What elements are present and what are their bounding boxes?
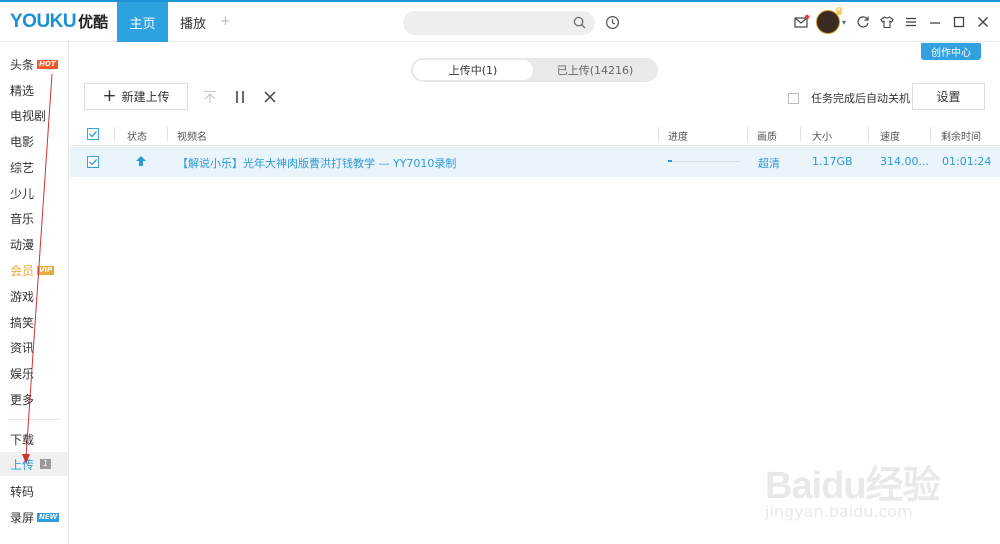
- sidebar-item-kids[interactable]: 少儿: [10, 185, 34, 201]
- column-divider: [747, 127, 748, 141]
- plus-icon: +: [102, 86, 117, 106]
- mail-icon[interactable]: [794, 14, 810, 29]
- column-divider: [658, 127, 659, 141]
- crown-icon: ♛: [834, 5, 844, 18]
- baidu-jingyan-watermark: Baidu经验 jingyan.baidu.com: [765, 442, 965, 527]
- watermark-main: Baidu经验: [765, 465, 941, 507]
- sidebar-item-vip[interactable]: 会员 VIP: [10, 262, 55, 278]
- check-icon: [89, 131, 98, 138]
- sidebar-item-download[interactable]: 下载: [10, 431, 34, 447]
- top-bar: YOUKU 优酷 主页 播放 + ♛ ▾: [0, 2, 1000, 42]
- refresh-icon[interactable]: [856, 15, 870, 29]
- sidebar-item-games[interactable]: 游戏: [10, 288, 34, 304]
- column-header-quality[interactable]: 画质: [757, 128, 777, 143]
- hot-badge: HOT: [37, 59, 58, 69]
- move-top-icon[interactable]: [202, 89, 218, 105]
- column-header-name[interactable]: 视频名: [177, 128, 207, 143]
- check-icon: [89, 159, 98, 166]
- column-divider: [114, 127, 115, 141]
- column-divider: [800, 127, 801, 141]
- select-all-checkbox[interactable]: [87, 128, 99, 140]
- column-divider: [167, 127, 168, 141]
- sidebar-item-label: 会员: [10, 263, 35, 278]
- auto-shutdown-checkbox[interactable]: [788, 92, 799, 104]
- chevron-down-icon[interactable]: ▾: [842, 18, 846, 27]
- sidebar-item-funny[interactable]: 搞笑: [10, 314, 34, 330]
- column-divider: [868, 127, 869, 141]
- search-icon[interactable]: [573, 16, 586, 29]
- settings-button[interactable]: 设置: [912, 83, 985, 110]
- sidebar-item-news[interactable]: 资讯: [10, 339, 34, 355]
- youku-logo[interactable]: YOUKU 优酷: [10, 11, 108, 33]
- upload-status-switch: 上传中(1) 已上传(14216): [411, 58, 658, 82]
- delete-icon[interactable]: [262, 89, 278, 105]
- column-header-size[interactable]: 大小: [812, 128, 832, 143]
- sidebar-item-upload[interactable]: 上传 1: [10, 456, 52, 472]
- close-icon[interactable]: [976, 15, 990, 29]
- sidebar-item-anime[interactable]: 动漫: [10, 236, 34, 252]
- sidebar: 头条 HOT 精选 电视剧 电影 综艺 少儿 音乐 动漫 会员 VIP 游戏 搞…: [0, 42, 69, 544]
- progress-bar: [668, 160, 740, 162]
- sidebar-item-variety[interactable]: 综艺: [10, 159, 34, 175]
- logo-latin: YOUKU: [10, 11, 77, 32]
- history-icon[interactable]: [605, 15, 620, 30]
- video-size: 1.17GB: [812, 155, 853, 168]
- sidebar-divider: [8, 419, 60, 420]
- new-upload-label: 新建上传: [121, 90, 170, 104]
- tab-uploaded[interactable]: 已上传(14216): [535, 60, 655, 80]
- window-controls: ♛ ▾: [784, 5, 990, 34]
- sidebar-item-transcode[interactable]: 转码: [10, 483, 34, 499]
- tab-uploading[interactable]: 上传中(1): [413, 60, 533, 80]
- column-header-status[interactable]: 状态: [127, 128, 147, 143]
- sidebar-item-label: 上传: [10, 457, 35, 472]
- auto-shutdown-option[interactable]: 任务完成后自动关机: [788, 90, 910, 106]
- sidebar-item-more[interactable]: 更多: [10, 391, 34, 407]
- column-divider: [930, 127, 931, 141]
- new-badge: NEW: [37, 512, 60, 522]
- upload-arrow-icon: [136, 156, 146, 166]
- upload-speed: 314.00...: [880, 155, 929, 168]
- vip-badge: VIP: [37, 265, 55, 275]
- search-input[interactable]: [403, 11, 595, 35]
- sidebar-item-headlines[interactable]: 头条 HOT: [10, 56, 58, 72]
- logo-cn: 优酷: [78, 13, 109, 31]
- sidebar-item-featured[interactable]: 精选: [10, 82, 34, 98]
- upload-table-header: 状态 视频名 进度 画质 大小 速度 剩余时间: [70, 123, 1000, 146]
- menu-icon[interactable]: [904, 15, 918, 29]
- video-name[interactable]: 【解说小乐】光年大神肉版曹洪打钱教学 — YY7010录制: [177, 155, 456, 171]
- watermark-sub: jingyan.baidu.com: [765, 502, 913, 521]
- column-header-progress[interactable]: 进度: [668, 128, 688, 143]
- sidebar-item-entertainment[interactable]: 娱乐: [10, 365, 34, 381]
- minimize-icon[interactable]: [928, 15, 942, 29]
- column-header-remaining[interactable]: 剩余时间: [941, 128, 981, 143]
- creator-center-button[interactable]: 创作中心: [921, 43, 981, 60]
- upload-count-badge: 1: [40, 459, 52, 469]
- tab-home[interactable]: 主页: [117, 2, 168, 42]
- sidebar-item-label: 头条: [10, 57, 35, 72]
- avatar[interactable]: ♛: [815, 5, 844, 34]
- sidebar-item-screen-record[interactable]: 录屏 NEW: [10, 509, 60, 525]
- skin-icon[interactable]: [880, 15, 894, 29]
- table-row[interactable]: 【解说小乐】光年大神肉版曹洪打钱教学 — YY7010录制 超清 1.17GB …: [70, 147, 1000, 177]
- auto-shutdown-label: 任务完成后自动关机: [811, 92, 910, 105]
- row-checkbox[interactable]: [87, 156, 99, 168]
- sidebar-item-music[interactable]: 音乐: [10, 210, 34, 226]
- youku-client-window: YOUKU 优酷 主页 播放 + ♛ ▾ 创作中心 头条 HOT 精选 电视剧 …: [0, 0, 1000, 544]
- pause-icon[interactable]: [232, 89, 248, 105]
- maximize-icon[interactable]: [952, 15, 966, 29]
- progress-fill: [668, 160, 672, 162]
- remaining-time: 01:01:24: [942, 155, 992, 168]
- sidebar-item-label: 录屏: [10, 510, 35, 525]
- sidebar-item-movies[interactable]: 电影: [10, 133, 34, 149]
- video-quality: 超清: [758, 157, 780, 170]
- tab-play[interactable]: 播放: [170, 2, 216, 42]
- column-header-speed[interactable]: 速度: [880, 128, 900, 143]
- new-upload-button[interactable]: + 新建上传: [84, 83, 188, 110]
- sidebar-item-tv[interactable]: 电视剧: [10, 107, 46, 123]
- add-tab-button[interactable]: +: [220, 14, 231, 29]
